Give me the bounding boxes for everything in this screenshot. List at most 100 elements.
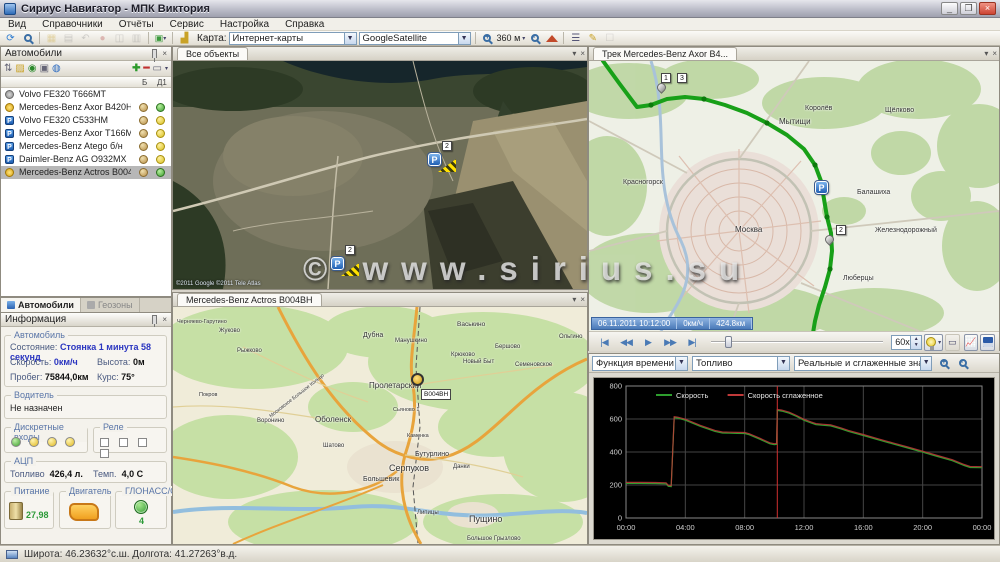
zoom-in-icon[interactable]: + bbox=[480, 32, 495, 45]
card-icon[interactable]: ▭ bbox=[153, 63, 162, 74]
add-icon[interactable]: ✚ bbox=[132, 63, 140, 74]
vehicle-row[interactable]: Volvo FE320 Т666МТ bbox=[1, 88, 171, 101]
skip-end-button[interactable]: ▶| bbox=[681, 337, 703, 348]
home-icon[interactable] bbox=[544, 32, 559, 45]
zoom-dropdown-icon[interactable]: ▾ bbox=[522, 35, 525, 42]
refresh-icon[interactable]: ⟳ bbox=[3, 32, 18, 45]
vehicle-row[interactable]: PVolvo FE320 С533НМ bbox=[1, 114, 171, 127]
frame-button[interactable]: ▭ bbox=[945, 334, 960, 351]
map-type-combobox[interactable]: Интернет-карты▼ bbox=[229, 32, 357, 45]
vehicle-row[interactable]: PMercedes-Benz Axor Т166МТ bbox=[1, 127, 171, 140]
city-label: Москва bbox=[735, 225, 762, 234]
menu-item-1[interactable]: Справочники bbox=[34, 19, 111, 30]
vehicle-row[interactable]: PDaimler-Benz AG О932МХ bbox=[1, 153, 171, 166]
edit-icon[interactable]: ▦ bbox=[44, 32, 59, 45]
tab-actros-map[interactable]: Mercedes-Benz Actros В004ВН bbox=[177, 293, 322, 306]
relay-checkbox[interactable] bbox=[119, 438, 128, 447]
close-icon[interactable]: × bbox=[162, 315, 167, 324]
close-icon[interactable]: × bbox=[162, 49, 167, 58]
chart-toggle-button[interactable]: 📈 bbox=[964, 334, 979, 351]
tab-all-objects[interactable]: Все объекты bbox=[177, 47, 248, 60]
vehicle-icon[interactable]: ▣▾ bbox=[153, 32, 168, 45]
track-date: 06.11.2011 10:12:00 bbox=[592, 318, 677, 329]
list-icon[interactable]: ☰ bbox=[568, 32, 583, 45]
satellite-map[interactable]: P2P2 ©2011 Google ©2011 Tele Atlas bbox=[173, 61, 587, 289]
map-provider-combobox[interactable]: GoogleSatellite▼ bbox=[359, 32, 471, 45]
pin-icon[interactable] bbox=[152, 315, 157, 324]
playback-toolbar: |◀◀◀▶▶▶▶| 60x▲▼ ▾ ▭ 📈 bbox=[589, 331, 999, 352]
fast-forward-button[interactable]: ▶▶ bbox=[659, 337, 681, 348]
status-dot-d1 bbox=[156, 116, 165, 125]
relay-checkbox[interactable] bbox=[100, 449, 109, 458]
function-combobox[interactable]: Функция времени▼ bbox=[592, 356, 688, 371]
chevron-down-icon[interactable]: ▾ bbox=[572, 295, 576, 304]
menu-item-3[interactable]: Сервис bbox=[162, 19, 212, 30]
vehicle-status-icon: P bbox=[5, 155, 14, 164]
camera-icon[interactable]: ▣ bbox=[40, 63, 49, 74]
vehicle-row[interactable]: Mercedes-Benz Axor В420НВ bbox=[1, 101, 171, 114]
tab-geozones[interactable]: Геозоны bbox=[81, 298, 140, 312]
menu-item-5[interactable]: Справка bbox=[277, 19, 332, 30]
track-distance: 424.8км bbox=[710, 318, 752, 329]
relay-checkbox[interactable] bbox=[100, 438, 109, 447]
discrete-input-led bbox=[47, 437, 57, 447]
speed-spinner[interactable]: 60x▲▼ bbox=[891, 335, 922, 350]
power-value: 27,98 bbox=[26, 510, 49, 520]
pin-icon[interactable] bbox=[152, 49, 157, 58]
play-button[interactable]: ▶ bbox=[637, 337, 659, 348]
values-mode-combobox[interactable]: Реальные и сглаженные значен▼ bbox=[794, 356, 932, 371]
globe-blue-icon[interactable]: ◍ bbox=[52, 63, 61, 74]
close-icon[interactable]: × bbox=[580, 49, 585, 58]
chart-zoom-in-icon[interactable]: + bbox=[936, 357, 951, 370]
minimize-button[interactable]: _ bbox=[941, 2, 958, 15]
undo-icon[interactable]: ↶ bbox=[78, 32, 93, 45]
parameter-combobox[interactable]: Топливо▼ bbox=[692, 356, 790, 371]
slider-thumb[interactable] bbox=[725, 336, 732, 348]
grid-icon[interactable]: ▥ bbox=[129, 32, 144, 45]
close-button[interactable]: × bbox=[979, 2, 996, 15]
place-label: Пущино bbox=[469, 514, 502, 524]
title-bar: Сириус Навигатор - МПК Виктория _ ❐ × bbox=[0, 0, 1000, 18]
vehicle-row[interactable]: Mercedes-Benz Actros В004ВН bbox=[1, 166, 171, 179]
chevron-down-icon[interactable]: ▾ bbox=[572, 49, 576, 58]
parking-marker[interactable]: P bbox=[331, 257, 344, 270]
menu-item-4[interactable]: Настройка bbox=[212, 19, 277, 30]
parking-marker[interactable]: P bbox=[428, 153, 441, 166]
chart-zoom-out-icon[interactable]: - bbox=[955, 357, 970, 370]
relay-group: Реле bbox=[93, 427, 167, 453]
road-map[interactable]: Черняево-ГарутиноЖуковоРыжковоДубнаМануш… bbox=[173, 307, 587, 544]
sort-icon[interactable]: ⇅ bbox=[4, 63, 12, 74]
tab-vehicles[interactable]: Автомобили bbox=[1, 298, 81, 312]
chart-area[interactable]: 020040060080000:0004:0008:0012:0016:0020… bbox=[589, 373, 999, 544]
tab-track[interactable]: Трек Mercedes-Benz Axor В4... bbox=[593, 47, 737, 60]
chart-icon[interactable]: ▟ bbox=[177, 32, 192, 45]
remove-icon[interactable]: ━ bbox=[144, 63, 150, 74]
relay-checkbox[interactable] bbox=[138, 438, 147, 447]
filter-icon[interactable]: ▨ bbox=[15, 63, 24, 74]
vehicle-row[interactable]: PMercedes-Benz Atego б/н bbox=[1, 140, 171, 153]
menu-item-0[interactable]: Вид bbox=[0, 19, 34, 30]
zoom-out-icon[interactable]: - bbox=[527, 32, 542, 45]
close-icon[interactable]: × bbox=[580, 295, 585, 304]
save-icon[interactable]: ▤ bbox=[61, 32, 76, 45]
restore-button[interactable]: ❐ bbox=[960, 2, 977, 15]
vehicle-marker[interactable] bbox=[411, 373, 424, 386]
globe-green-icon[interactable]: ◉ bbox=[28, 63, 37, 74]
zoom-level[interactable]: 360 м bbox=[497, 33, 521, 43]
skip-start-button[interactable]: |◀ bbox=[593, 337, 615, 348]
track-map[interactable]: КоролёвЩёлковоМытищиКрасногорскБалашихаМ… bbox=[589, 61, 999, 331]
parking-marker[interactable]: P bbox=[815, 181, 828, 194]
save-track-button[interactable] bbox=[980, 334, 995, 351]
search-icon[interactable] bbox=[20, 32, 35, 45]
rewind-button[interactable]: ◀◀ bbox=[615, 337, 637, 348]
close-icon[interactable]: × bbox=[992, 49, 997, 58]
highlight-button[interactable]: ▾ bbox=[924, 334, 943, 351]
chevron-down-icon[interactable]: ▾ bbox=[984, 49, 988, 58]
more-icon[interactable]: ▾ bbox=[165, 65, 168, 72]
layout-icon[interactable]: ◫ bbox=[112, 32, 127, 45]
playback-slider[interactable] bbox=[711, 335, 883, 349]
menu-item-2[interactable]: Отчёты bbox=[111, 19, 162, 30]
horizontal-splitter[interactable] bbox=[588, 351, 1000, 353]
note-icon[interactable]: ✎ bbox=[585, 32, 600, 45]
stop-icon[interactable]: ● bbox=[95, 32, 110, 45]
